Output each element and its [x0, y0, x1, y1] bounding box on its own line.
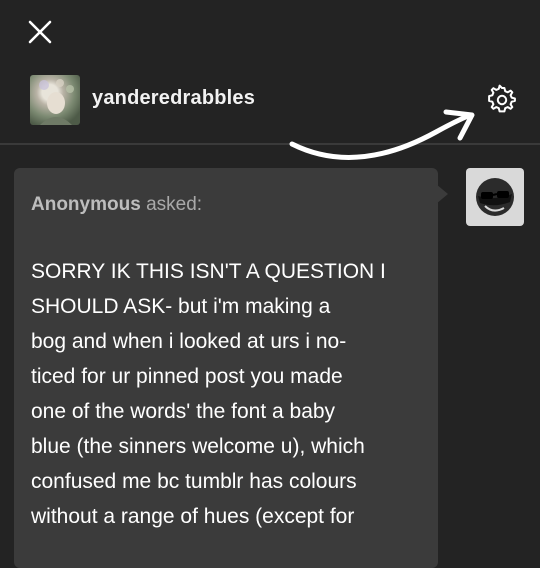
- blog-username[interactable]: yanderedrabbles: [92, 87, 255, 110]
- question-line: ticed for ur pinned post you made: [31, 365, 343, 388]
- asked-label: asked:: [146, 194, 203, 215]
- ask-bubble-tail: [436, 184, 448, 204]
- question-line: SORRY IK THIS ISN'T A QUESTION I: [31, 260, 386, 283]
- asker-line: Anonymous asked:: [31, 194, 202, 216]
- blog-avatar[interactable]: [30, 75, 80, 125]
- asker-name[interactable]: Anonymous: [31, 194, 141, 215]
- anonymous-avatar: [466, 168, 524, 226]
- close-button[interactable]: [26, 18, 54, 46]
- close-icon: [28, 20, 52, 44]
- settings-button[interactable]: [486, 84, 518, 116]
- curved-arrow-icon: [289, 109, 475, 160]
- question-line: without a range of hues (except for: [31, 505, 355, 528]
- question-line: one of the words' the font a baby: [31, 400, 336, 423]
- avatar-image: [39, 79, 74, 125]
- question-text: SORRY IK THIS ISN'T A QUESTION I SHOULD …: [31, 254, 431, 534]
- question-line: blue (the sinners welcome u), which: [31, 435, 365, 458]
- gear-icon: [488, 84, 516, 113]
- question-line: bog and when i looked at urs i no-: [31, 330, 347, 353]
- question-line: SHOULD ASK- but i'm making a: [31, 295, 331, 318]
- question-line: confused me bc tumblr has colours: [31, 470, 357, 493]
- anonymous-sunglasses-icon: [476, 178, 514, 216]
